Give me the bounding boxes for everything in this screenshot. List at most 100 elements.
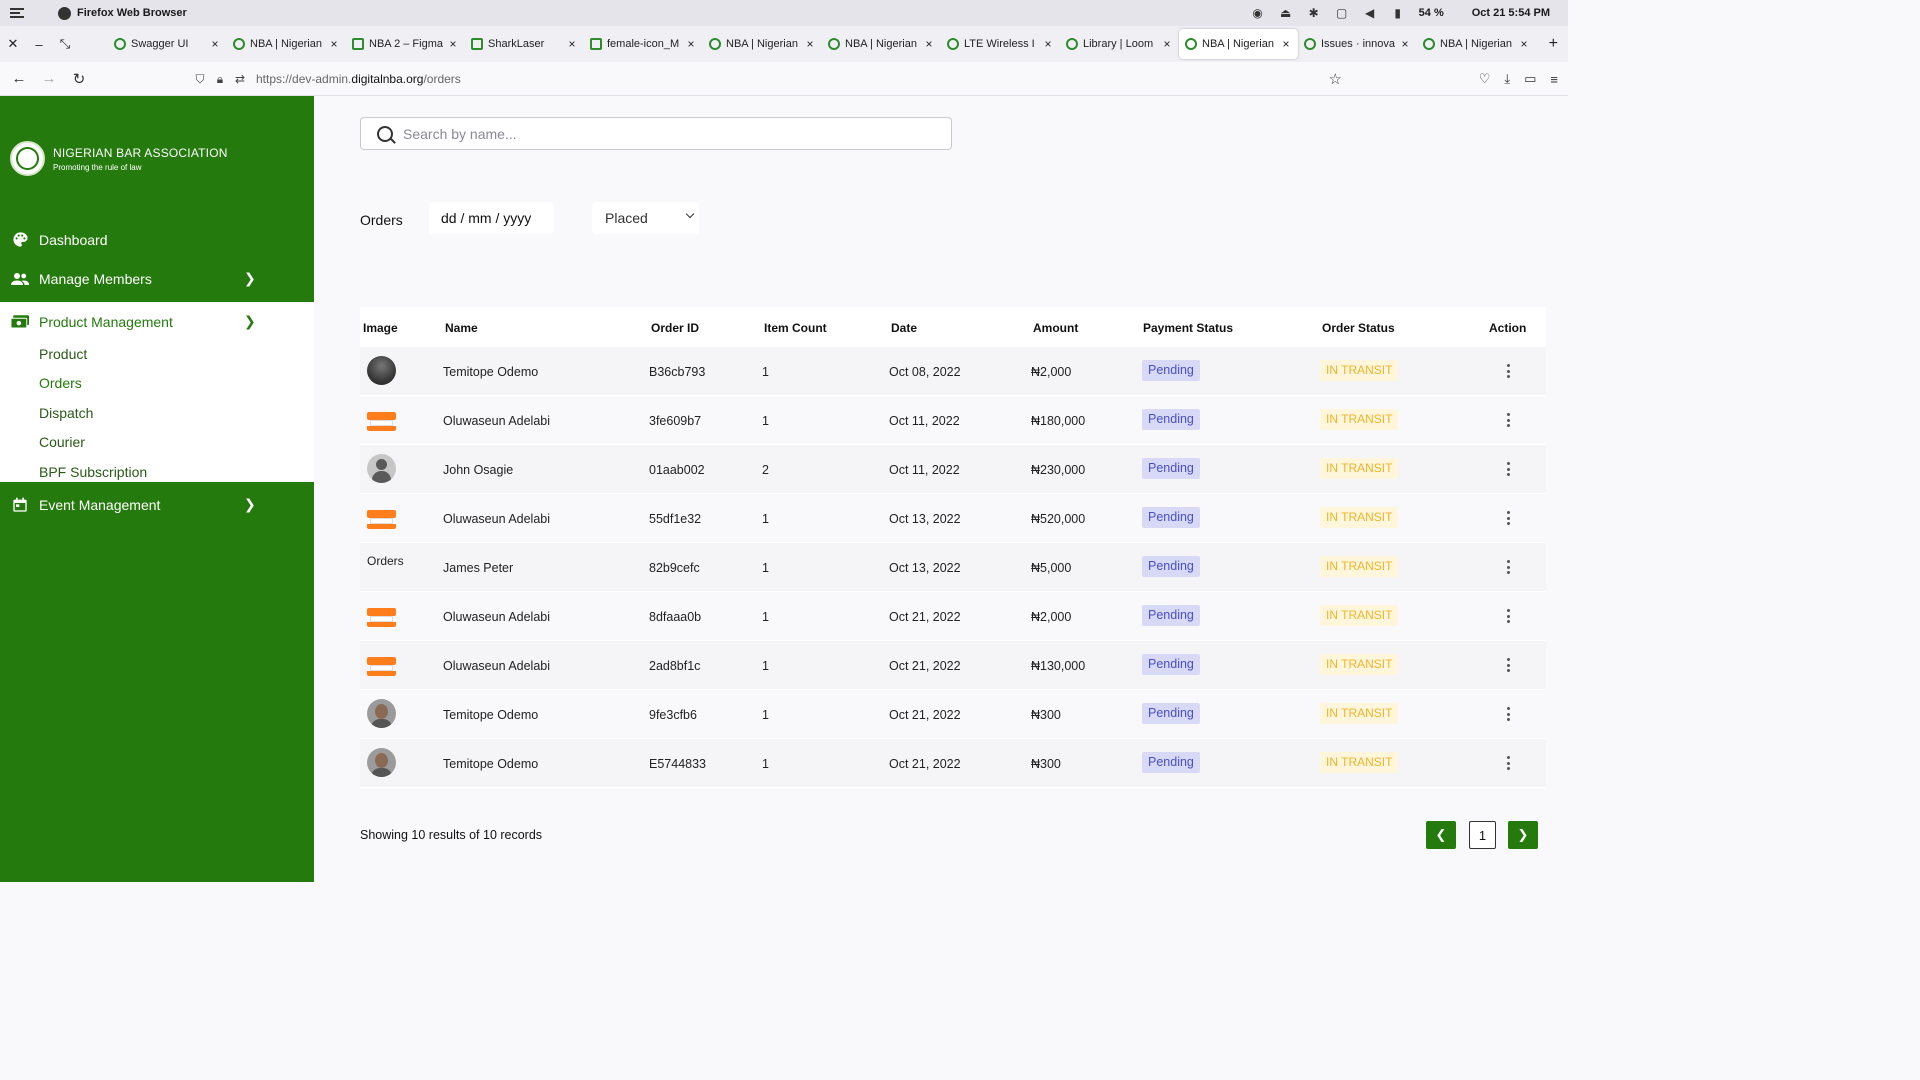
shield-icon[interactable]: ⛉ — [190, 72, 210, 87]
close-tab-icon[interactable]: × — [447, 37, 459, 51]
forward-arrow-icon[interactable]: → — [34, 70, 64, 87]
permissions-icon[interactable]: ⇄ — [230, 72, 250, 86]
restore-window-icon[interactable]: ⤡ — [52, 36, 78, 52]
more-actions-kebab-icon[interactable] — [1503, 607, 1513, 625]
cell-order-id: 8dfaaa0b — [649, 610, 702, 624]
sidebar-subitem-courier[interactable]: Courier — [39, 434, 85, 450]
browser-tab[interactable]: Library | Loom × — [1060, 29, 1179, 59]
table-row[interactable]: Temitope Odemo B36cb793 1 Oct 08, 2022 ₦2,00… — [360, 347, 1546, 396]
close-tab-icon[interactable]: × — [804, 37, 816, 51]
browser-tab[interactable]: NBA | Nigerian × — [1179, 29, 1298, 59]
browser-tab[interactable]: SharkLaser × — [465, 29, 584, 59]
display-icon[interactable]: ▢ — [1335, 7, 1349, 19]
cell-date: Oct 11, 2022 — [889, 414, 960, 428]
more-actions-kebab-icon[interactable] — [1503, 460, 1513, 478]
sidebar-subitem-bpf-subscription[interactable]: BPF Subscription — [39, 464, 147, 480]
more-actions-kebab-icon[interactable] — [1503, 558, 1513, 576]
sidebar-item-manage-members[interactable]: Manage Members ❯ — [0, 259, 314, 298]
sidebar-subitem-orders[interactable]: Orders — [39, 375, 82, 391]
table-row[interactable]: Oluwaseun Adelabi 55df1e32 1 Oct 13, 2022 ₦5… — [360, 494, 1546, 543]
minimize-window-icon[interactable]: – — [26, 37, 52, 52]
browser-tab[interactable]: female-icon_M × — [584, 29, 703, 59]
cell-amount: ₦300 — [1031, 757, 1061, 771]
more-actions-kebab-icon[interactable] — [1503, 705, 1513, 723]
browser-tab[interactable]: NBA | Nigerian × — [227, 29, 346, 59]
column-header-item-count: Item Count — [764, 321, 827, 335]
table-row[interactable]: John Osagie 01aab002 2 Oct 11, 2022 ₦230,000… — [360, 445, 1546, 494]
eject-icon[interactable]: ⏏ — [1279, 7, 1293, 19]
close-tab-icon[interactable]: × — [328, 37, 340, 51]
close-tab-icon[interactable]: × — [1161, 37, 1173, 51]
browser-tab[interactable]: NBA 2 – Figma × — [346, 29, 465, 59]
browser-tab[interactable]: NBA | Nigerian × — [1417, 29, 1536, 59]
sidebar-item-product-management[interactable]: Product Management ❯ — [0, 302, 314, 341]
table-row[interactable]: Temitope Odemo E5744833 1 Oct 21, 2022 ₦300 P… — [360, 739, 1546, 788]
search-input[interactable] — [403, 125, 923, 142]
sidebar-item-dashboard[interactable]: Dashboard — [0, 220, 314, 259]
date-filter-input[interactable]: dd / mm / yyyy — [429, 202, 554, 234]
extension-tray-icon[interactable]: ◉ — [1251, 7, 1265, 19]
pocket-icon[interactable]: ♡ — [1479, 71, 1491, 87]
more-actions-kebab-icon[interactable] — [1503, 656, 1513, 674]
lock-icon[interactable]: 🔒︎ — [210, 72, 230, 87]
cell-item-count: 1 — [762, 757, 769, 771]
table-row[interactable]: Oluwaseun Adelabi 8dfaaa0b 1 Oct 21, 2022 ₦2… — [360, 592, 1546, 641]
tab-list: Swagger UI × NBA | Nigerian × NBA 2 – Figma ×… — [108, 26, 1536, 62]
browser-tab[interactable]: NBA | Nigerian × — [822, 29, 941, 59]
sidebar-item-event-management[interactable]: Event Management ❯ — [0, 485, 314, 524]
os-top-bar: Firefox Web Browser ◉ ⏏ ✱ ▢ ◀ ▮ 54 % Oct… — [0, 0, 1568, 26]
close-tab-icon[interactable]: × — [1399, 37, 1411, 51]
reload-icon[interactable]: ↻ — [64, 70, 94, 88]
url-text[interactable]: https://dev-admin.digitalnba.org/orders — [256, 72, 461, 86]
close-tab-icon[interactable]: × — [209, 37, 221, 51]
column-header-payment-status: Payment Status — [1143, 321, 1234, 335]
brand[interactable]: NIGERIAN BAR ASSOCIATION Promoting the r… — [10, 141, 228, 176]
browser-tab[interactable]: Issues · innova × — [1298, 29, 1417, 59]
browser-tab-strip: ✕ – ⤡ Swagger UI × NBA | Nigerian × NBA 2 – … — [0, 26, 1568, 62]
close-tab-icon[interactable]: × — [685, 37, 697, 51]
cell-name: Oluwaseun Adelabi — [443, 414, 551, 428]
chevron-down-icon — [685, 209, 695, 219]
close-tab-icon[interactable]: × — [1042, 37, 1054, 51]
avatar — [367, 748, 396, 777]
downloads-icon[interactable]: ⤓ — [1504, 71, 1510, 87]
more-actions-kebab-icon[interactable] — [1503, 754, 1513, 772]
browser-tab[interactable]: LTE Wireless I × — [941, 29, 1060, 59]
table-row[interactable]: Oluwaseun Adelabi 3fe609b7 1 Oct 11, 2022 ₦1… — [360, 396, 1546, 445]
browser-tab[interactable]: NBA | Nigerian × — [703, 29, 822, 59]
battery-icon[interactable]: ▮ — [1391, 7, 1405, 19]
address-bar[interactable]: ⛉ 🔒︎ ⇄ https://dev-admin.digitalnba.org/… — [190, 65, 1350, 93]
next-page-button[interactable]: ❯ — [1508, 821, 1538, 849]
hamburger-menu-icon[interactable]: ≡ — [1550, 72, 1558, 87]
sidebar-toggle-icon[interactable]: ▭ — [1524, 71, 1536, 87]
column-header-amount: Amount — [1033, 321, 1079, 335]
close-tab-icon[interactable]: × — [1280, 37, 1292, 51]
more-actions-kebab-icon[interactable] — [1503, 411, 1513, 429]
page-number-button[interactable]: 1 — [1469, 821, 1496, 849]
table-row[interactable]: Temitope Odemo 9fe3cfb6 1 Oct 21, 2022 ₦300 P… — [360, 690, 1546, 739]
accessibility-icon[interactable]: ✱ — [1307, 7, 1321, 19]
bookmark-star-icon[interactable]: ☆ — [1329, 70, 1342, 88]
sidebar-subitem-dispatch[interactable]: Dispatch — [39, 405, 93, 421]
back-arrow-icon[interactable]: ← — [4, 70, 34, 87]
new-tab-plus-icon[interactable]: + — [1549, 26, 1558, 62]
order-status-badge: IN TRANSIT — [1320, 409, 1399, 430]
close-window-icon[interactable]: ✕ — [0, 36, 26, 52]
close-tab-icon[interactable]: × — [923, 37, 935, 51]
order-status-select[interactable]: Placed — [592, 202, 699, 234]
tab-label: female-icon_M — [607, 38, 680, 50]
close-tab-icon[interactable]: × — [566, 37, 578, 51]
table-row[interactable]: Oluwaseun Adelabi 2ad8bf1c 1 Oct 21, 2022 ₦1… — [360, 641, 1546, 690]
search-box[interactable] — [360, 117, 952, 150]
previous-page-button[interactable]: ❮ — [1426, 821, 1456, 849]
more-actions-kebab-icon[interactable] — [1503, 362, 1513, 380]
sidebar-subitem-product[interactable]: Product — [39, 346, 87, 362]
more-actions-kebab-icon[interactable] — [1503, 509, 1513, 527]
activities-menu-icon[interactable] — [10, 8, 24, 18]
product-thumbnail — [367, 604, 396, 628]
browser-tab[interactable]: Swagger UI × — [108, 29, 227, 59]
close-tab-icon[interactable]: × — [1518, 37, 1530, 51]
table-row[interactable]: Orders James Peter 82b9cefc 1 Oct 13, 2022 ₦5… — [360, 543, 1546, 592]
clock[interactable]: Oct 21 5:54 PM — [1472, 7, 1550, 19]
volume-icon[interactable]: ◀ — [1363, 7, 1377, 19]
